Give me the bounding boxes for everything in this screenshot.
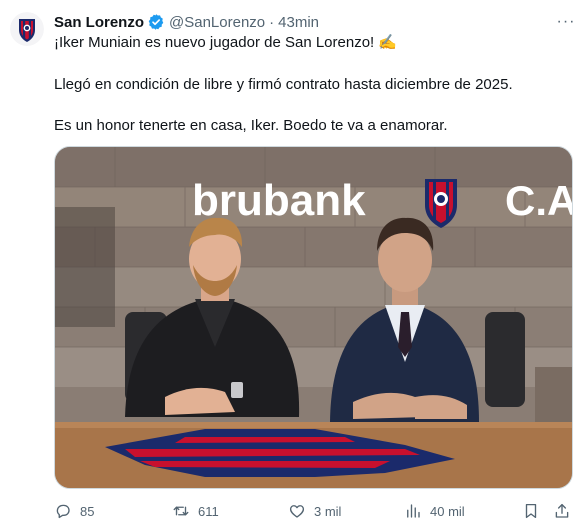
tweet-text-line-2: Llegó en condición de libre y firmó cont… [54,76,513,93]
more-options-icon[interactable]: ··· [555,11,577,33]
share-icon [555,503,569,518]
author-handle[interactable]: @SanLorenzo [169,14,265,31]
views-chart-icon [407,504,420,518]
avatar[interactable] [10,12,44,46]
wall-suffix-text: C.A [505,177,573,224]
tweet-photo[interactable]: brubank C.A [54,146,573,489]
signing-photo: brubank C.A [55,147,573,488]
timestamp[interactable]: 43min [278,14,319,31]
reply-count: 85 [80,503,95,519]
share-button[interactable] [553,501,579,521]
separator-dot: · [269,13,275,31]
views-count: 40 mil [430,503,465,519]
bookmark-icon [525,503,537,519]
reply-icon [56,504,70,519]
club-crest-icon [10,12,44,46]
tweet-actions: 85 611 3 mil 40 mil [54,499,573,523]
wall-brand-text: brubank [192,176,366,225]
repost-count: 611 [198,503,219,519]
like-button[interactable]: 3 mil [288,501,341,521]
heart-icon [289,505,305,518]
views-button[interactable]: 40 mil [404,501,465,521]
bookmark-button[interactable] [522,501,548,521]
repost-button[interactable]: 611 [172,501,219,521]
repost-icon [173,506,189,516]
tweet-text-line-3: Es un honor tenerte en casa, Iker. Boedo… [54,117,448,134]
author-name[interactable]: San Lorenzo [54,14,144,31]
tweet-header: San Lorenzo @SanLorenzo · 43min ··· [54,11,577,33]
reply-button[interactable]: 85 [54,501,94,521]
tweet-text-line-1: ¡Iker Muniain es nuevo jugador de San Lo… [54,34,398,51]
verified-badge-icon [147,13,165,31]
like-count: 3 mil [314,503,342,519]
